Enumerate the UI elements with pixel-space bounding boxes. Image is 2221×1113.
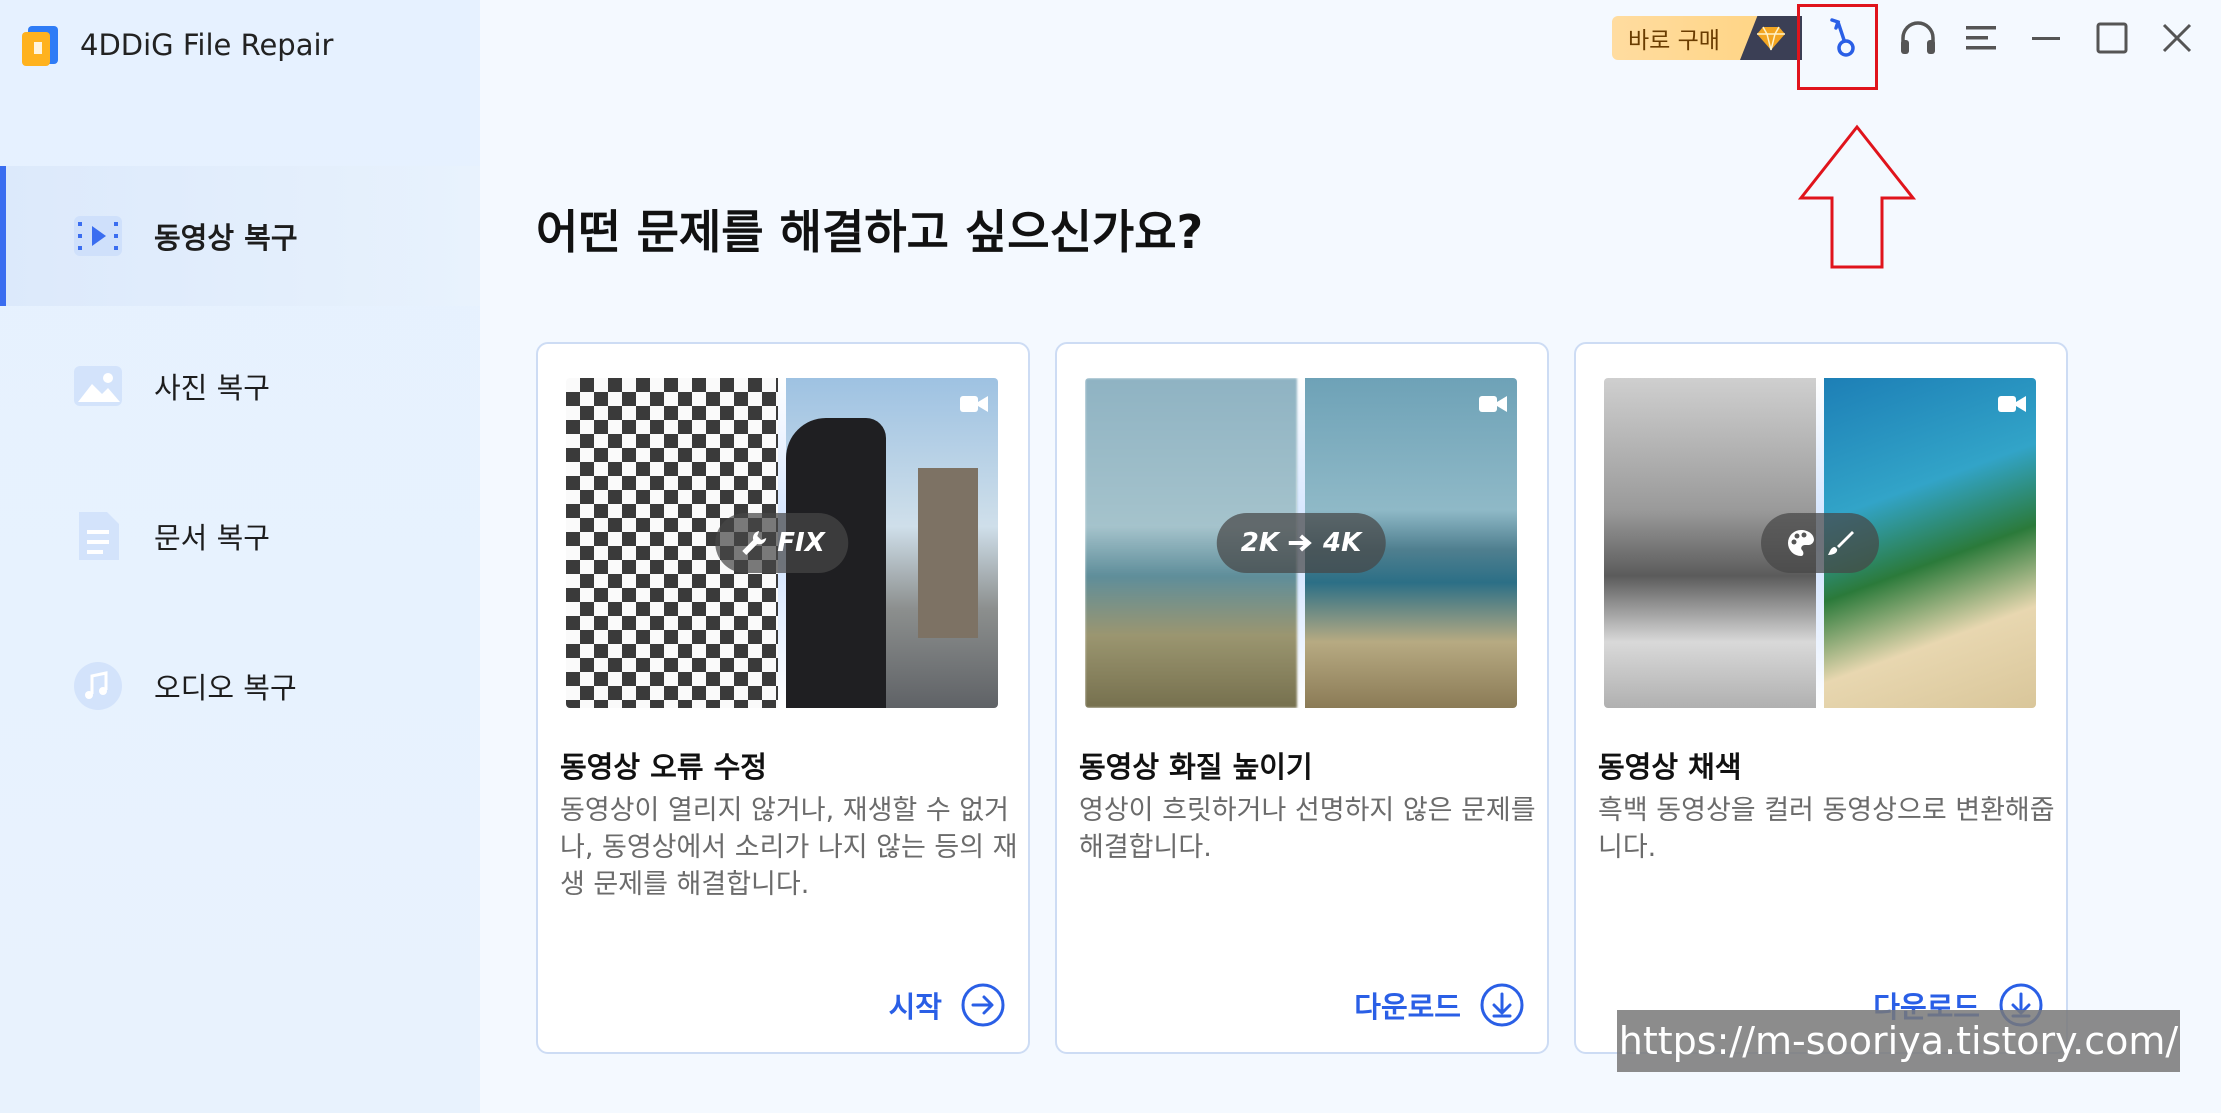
download-button[interactable]: 다운로드 (1354, 982, 1525, 1028)
start-button[interactable]: 시작 (889, 982, 1006, 1028)
card-video-colorize[interactable]: 동영상 채색 흑백 동영상을 컬러 동영상으로 변환해줍니다. 다운로드 (1574, 342, 2068, 1054)
sidebar-item-document-repair[interactable]: 문서 복구 (0, 466, 480, 606)
sidebar: 4DDiG File Repair 동영상 복구 사진 복구 문서 복구 오디오… (0, 0, 480, 1113)
colorize-badge (1761, 513, 1879, 573)
card-description: 흑백 동영상을 컬러 동영상으로 변환해줍니다. (1598, 795, 2055, 863)
card-title: 동영상 채색 (1598, 750, 1742, 784)
sidebar-item-label: 오디오 복구 (154, 671, 297, 705)
audio-repair-icon (72, 660, 124, 712)
video-camera-icon (1998, 396, 2026, 412)
palette-icon (1788, 530, 1814, 556)
card-video-error-fix[interactable]: FIX 동영상 오류 수정 동영상이 열리지 않거나, 재생할 수 없거나, 동… (536, 342, 1030, 1054)
app-name: 4DDiG File Repair (80, 28, 334, 62)
resolution-from-label: 2K (1240, 528, 1279, 558)
card-description: 영상이 흐릿하거나 선명하지 않은 문제를 해결합니다. (1079, 795, 1536, 863)
document-repair-icon (72, 510, 124, 562)
wrench-icon (742, 531, 767, 555)
fix-badge: FIX (715, 513, 849, 573)
sidebar-item-label: 동영상 복구 (154, 221, 298, 255)
highlight-box (1797, 4, 1878, 90)
brush-icon (1828, 531, 1854, 555)
sidebar-nav: 동영상 복구 사진 복구 문서 복구 오디오 복구 (0, 166, 480, 766)
buy-now-label: 바로 구매 (1628, 28, 1720, 54)
card-thumbnail (1604, 378, 2036, 708)
start-label: 시작 (888, 990, 942, 1024)
page-title: 어떤 문제를 해결하고 싶으신가요? (536, 205, 1204, 259)
resolution-badge: 2K 4K (1216, 513, 1386, 573)
close-icon[interactable] (2155, 16, 2199, 60)
pointer-arrow-icon (1798, 124, 1916, 269)
watermark: https://m-sooriya.tistory.com/ (1617, 1010, 2180, 1072)
resolution-to-label: 4K (1323, 528, 1362, 558)
video-camera-icon (960, 396, 988, 412)
minimize-icon[interactable] (2024, 16, 2068, 60)
video-repair-icon (72, 210, 124, 262)
card-video-enhance[interactable]: 2K 4K 동영상 화질 높이기 영상이 흐릿하거나 선명하지 않은 문제를 해… (1055, 342, 1549, 1054)
arrow-right-circle-icon (961, 983, 1005, 1027)
sidebar-item-label: 문서 복구 (154, 521, 270, 555)
sidebar-item-video-repair[interactable]: 동영상 복구 (0, 166, 480, 306)
sidebar-item-photo-repair[interactable]: 사진 복구 (0, 316, 480, 456)
fix-label: FIX (777, 528, 825, 558)
app-title: 4DDiG File Repair (20, 22, 333, 68)
maximize-icon[interactable] (2090, 16, 2134, 60)
card-title: 동영상 오류 수정 (560, 750, 767, 784)
card-thumbnail: FIX (566, 378, 998, 708)
headset-icon[interactable] (1896, 16, 1940, 60)
card-title: 동영상 화질 높이기 (1079, 750, 1313, 784)
card-description: 동영상이 열리지 않거나, 재생할 수 없거나, 동영상에서 소리가 나지 않는… (560, 795, 1018, 900)
sidebar-item-audio-repair[interactable]: 오디오 복구 (0, 616, 480, 756)
app-logo-icon (20, 22, 62, 68)
card-thumbnail: 2K 4K (1085, 378, 1517, 708)
video-camera-icon (1479, 396, 1507, 412)
arrow-right-icon (1289, 534, 1313, 552)
download-circle-icon (1480, 983, 1524, 1027)
menu-icon[interactable] (1960, 16, 2004, 60)
sidebar-item-label: 사진 복구 (154, 371, 270, 405)
photo-repair-icon (72, 360, 124, 412)
download-label: 다운로드 (1354, 990, 1461, 1024)
